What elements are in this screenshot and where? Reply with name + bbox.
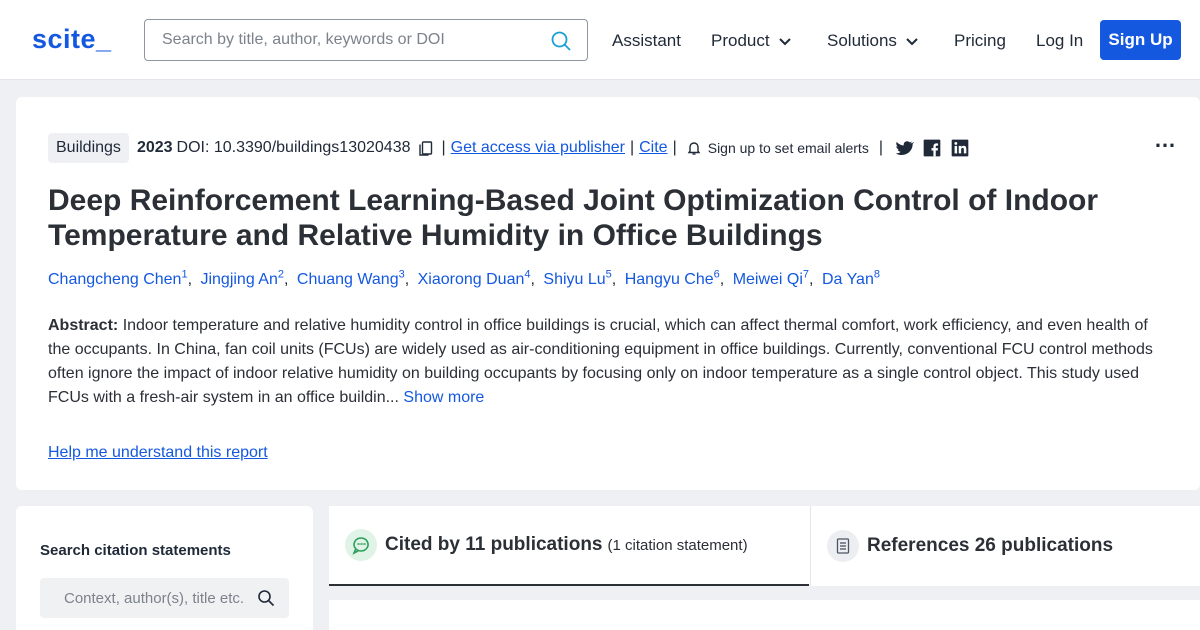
search-icon[interactable] xyxy=(257,589,275,607)
author-link[interactable]: Shiyu Lu5 xyxy=(543,269,611,288)
chevron-down-icon xyxy=(778,38,791,46)
scite-logo[interactable]: scite_ xyxy=(32,24,112,55)
linkedin-icon[interactable] xyxy=(950,138,970,158)
citation-statement-count: (1 citation statement) xyxy=(607,536,748,554)
author-link[interactable]: Chuang Wang3 xyxy=(297,269,405,288)
cited-by-count: Cited by 11 publications xyxy=(385,534,603,555)
abstract-text: Indoor temperature and relative humidity… xyxy=(48,317,1153,406)
chevron-down-icon xyxy=(906,38,918,46)
search-icon[interactable] xyxy=(549,29,573,53)
author-link[interactable]: Hangyu Che6 xyxy=(625,269,720,288)
citation-search-input[interactable]: Context, author(s), title etc. xyxy=(40,578,289,618)
cite-link[interactable]: Cite xyxy=(639,139,667,157)
chat-bubble-icon xyxy=(345,529,377,561)
email-alerts-link[interactable]: Sign up to set email alerts xyxy=(708,140,869,156)
author-link[interactable]: Changcheng Chen1 xyxy=(48,269,188,288)
citation-search-placeholder: Context, author(s), title etc. xyxy=(64,590,245,607)
author-link[interactable]: Da Yan8 xyxy=(822,269,880,288)
citation-search-title: Search citation statements xyxy=(40,542,231,559)
separator: | xyxy=(629,139,635,156)
facebook-icon[interactable] xyxy=(922,138,942,158)
publication-year: 2023 xyxy=(136,139,173,156)
author-link[interactable]: Jingjing An2 xyxy=(200,269,284,288)
search-placeholder: Search by title, author, keywords or DOI xyxy=(162,31,445,48)
tab-references[interactable]: References 26 publications xyxy=(810,506,1200,586)
separator: | xyxy=(878,139,883,156)
signup-button[interactable]: Sign Up xyxy=(1100,20,1181,60)
abstract: Abstract: Indoor temperature and relativ… xyxy=(48,314,1168,410)
author-link[interactable]: Xiaorong Duan4 xyxy=(418,269,531,288)
show-more-link[interactable]: Show more xyxy=(403,389,484,406)
tab-cited-by[interactable]: Cited by 11 publications (1 citation sta… xyxy=(329,506,809,586)
citation-search-panel: Search citation statements Context, auth… xyxy=(16,506,313,630)
nav-login[interactable]: Log In xyxy=(1036,31,1083,51)
nav-solutions[interactable]: Solutions xyxy=(827,31,919,51)
access-publisher-link[interactable]: Get access via publisher xyxy=(451,139,625,157)
authors-list: Changcheng Chen1, Jingjing An2, Chuang W… xyxy=(48,269,880,289)
citation-list-area xyxy=(329,600,1200,630)
journal-tag[interactable]: Buildings xyxy=(48,133,129,163)
main-search-input[interactable]: Search by title, author, keywords or DOI xyxy=(144,19,588,61)
social-links xyxy=(894,138,970,158)
paper-title: Deep Reinforcement Learning-Based Joint … xyxy=(48,184,1099,252)
bell-icon[interactable] xyxy=(686,140,702,156)
more-options-icon[interactable]: … xyxy=(1154,127,1178,153)
paper-meta: Buildings 2023 DOI: 10.3390/buildings130… xyxy=(48,132,970,164)
nav-product[interactable]: Product xyxy=(711,31,792,51)
citation-tabs: Cited by 11 publications (1 citation sta… xyxy=(329,506,1200,586)
paper-card: Buildings 2023 DOI: 10.3390/buildings130… xyxy=(16,97,1200,490)
copy-icon[interactable] xyxy=(417,139,435,157)
doi-text: DOI: 10.3390/buildings13020438 xyxy=(176,139,411,156)
top-header: scite_ Search by title, author, keywords… xyxy=(0,0,1200,80)
nav-assistant[interactable]: Assistant xyxy=(612,31,681,51)
help-understand-link[interactable]: Help me understand this report xyxy=(48,444,268,462)
author-link[interactable]: Meiwei Qi7 xyxy=(733,269,809,288)
separator: | xyxy=(441,139,446,156)
references-count: References 26 publications xyxy=(867,535,1114,556)
abstract-label: Abstract: xyxy=(48,317,119,334)
nav-pricing[interactable]: Pricing xyxy=(954,31,1006,51)
document-icon xyxy=(827,530,859,562)
twitter-icon[interactable] xyxy=(894,138,914,158)
separator: | xyxy=(672,139,677,156)
